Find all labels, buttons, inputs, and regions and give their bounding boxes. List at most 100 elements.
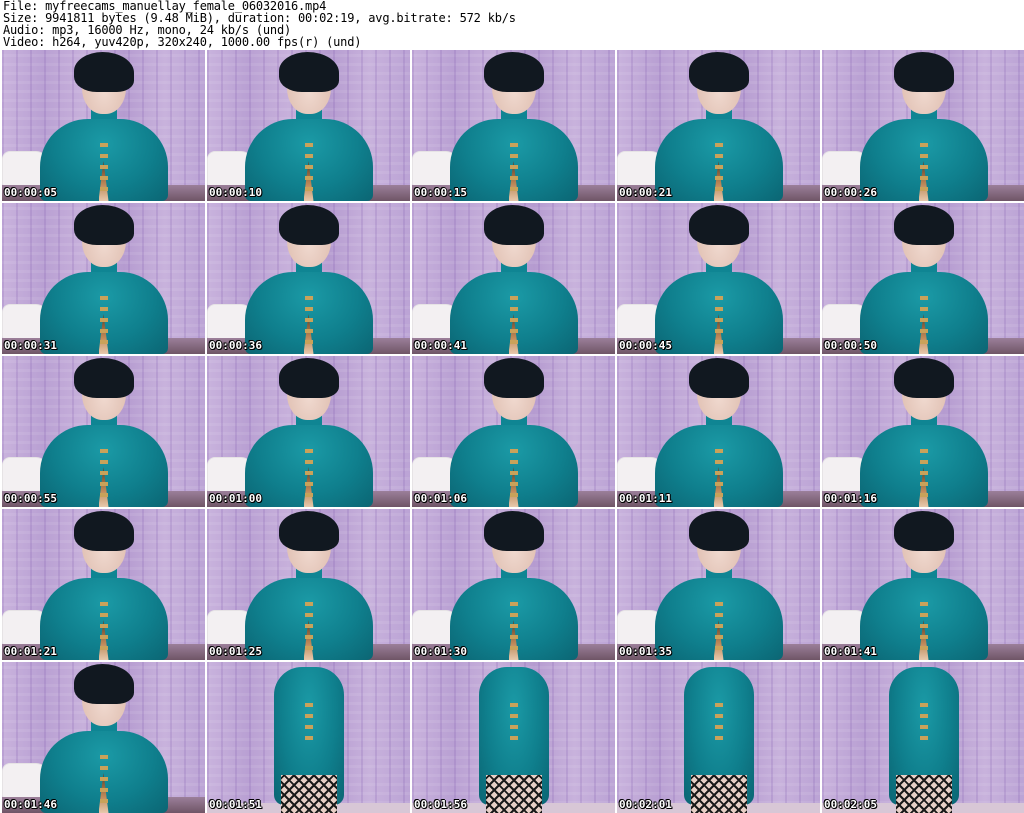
dress-buttons — [99, 602, 108, 656]
video-thumbnail[interactable]: 00:01:35 — [617, 509, 820, 660]
dress-buttons — [304, 449, 313, 503]
timestamp-label: 00:01:25 — [209, 645, 262, 658]
hair — [688, 205, 749, 245]
video-thumbnail[interactable]: 00:01:41 — [822, 509, 1024, 660]
timestamp-label: 00:00:36 — [209, 339, 262, 352]
timestamp-label: 00:00:31 — [4, 339, 57, 352]
video-thumbnail[interactable]: 00:00:36 — [207, 203, 410, 354]
fishnet-legs — [690, 775, 747, 813]
timestamp-label: 00:01:16 — [824, 492, 877, 505]
timestamp-label: 00:01:30 — [414, 645, 467, 658]
timestamp-label: 00:01:41 — [824, 645, 877, 658]
dress-buttons — [919, 602, 928, 656]
hair — [278, 511, 339, 551]
dress-buttons — [714, 143, 723, 197]
video-thumbnail[interactable]: 00:02:05 — [822, 662, 1024, 813]
hair — [278, 358, 339, 398]
hair — [483, 358, 544, 398]
hair — [73, 664, 134, 704]
timestamp-label: 00:00:45 — [619, 339, 672, 352]
dress-buttons — [919, 449, 928, 503]
timestamp-label: 00:00:55 — [4, 492, 57, 505]
video-thumbnail[interactable]: 00:01:06 — [412, 356, 615, 507]
hair — [688, 358, 749, 398]
thumbnail-grid: 00:00:05 00:00:10 00:00:15 00:00:21 00:00:26… — [0, 50, 1024, 813]
fishnet-legs — [485, 775, 542, 813]
dress-buttons — [714, 703, 723, 743]
hair — [483, 205, 544, 245]
dress-buttons — [304, 296, 313, 350]
file-info-header: File: myfreecams_manuellay_female_060320… — [3, 0, 1021, 50]
video-info-line: Video: h264, yuv420p, 320x240, 1000.00 f… — [3, 35, 362, 49]
dress-buttons — [509, 143, 518, 197]
video-thumbnail[interactable]: 00:01:25 — [207, 509, 410, 660]
hair — [73, 358, 134, 398]
dress-buttons — [99, 449, 108, 503]
video-thumbnail[interactable]: 00:01:00 — [207, 356, 410, 507]
dress-buttons — [99, 755, 108, 809]
video-thumbnail[interactable]: 00:01:46 — [2, 662, 205, 813]
timestamp-label: 00:01:35 — [619, 645, 672, 658]
dress-buttons — [714, 602, 723, 656]
timestamp-label: 00:00:26 — [824, 186, 877, 199]
hair — [278, 52, 339, 92]
hair — [483, 511, 544, 551]
dress-buttons — [99, 296, 108, 350]
video-thumbnail[interactable]: 00:02:01 — [617, 662, 820, 813]
video-thumbnail[interactable]: 00:01:30 — [412, 509, 615, 660]
timestamp-label: 00:01:11 — [619, 492, 672, 505]
dress-buttons — [509, 602, 518, 656]
video-thumbnail[interactable]: 00:00:26 — [822, 50, 1024, 201]
fishnet-legs — [895, 775, 952, 813]
timestamp-label: 00:02:05 — [824, 798, 877, 811]
timestamp-label: 00:01:06 — [414, 492, 467, 505]
video-thumbnail[interactable]: 00:01:11 — [617, 356, 820, 507]
hair — [73, 511, 134, 551]
timestamp-label: 00:00:41 — [414, 339, 467, 352]
dress-buttons — [919, 296, 928, 350]
dress-buttons — [919, 703, 928, 743]
hair — [278, 205, 339, 245]
video-thumbnail[interactable]: 00:00:41 — [412, 203, 615, 354]
hair — [73, 205, 134, 245]
video-thumbnail[interactable]: 00:01:16 — [822, 356, 1024, 507]
video-thumbnail[interactable]: 00:00:05 — [2, 50, 205, 201]
dress-buttons — [99, 143, 108, 197]
hair — [688, 511, 749, 551]
dress-buttons — [919, 143, 928, 197]
hair — [893, 358, 954, 398]
video-thumbnail[interactable]: 00:01:56 — [412, 662, 615, 813]
dress-buttons — [304, 703, 313, 743]
fishnet-legs — [280, 775, 337, 813]
timestamp-label: 00:00:10 — [209, 186, 262, 199]
timestamp-label: 00:02:01 — [619, 798, 672, 811]
video-thumbnail[interactable]: 00:00:45 — [617, 203, 820, 354]
video-thumbnail[interactable]: 00:01:21 — [2, 509, 205, 660]
timestamp-label: 00:00:15 — [414, 186, 467, 199]
video-thumbnail[interactable]: 00:00:10 — [207, 50, 410, 201]
timestamp-label: 00:01:00 — [209, 492, 262, 505]
dress-buttons — [304, 602, 313, 656]
timestamp-label: 00:01:21 — [4, 645, 57, 658]
hair — [688, 52, 749, 92]
video-thumbnail[interactable]: 00:00:21 — [617, 50, 820, 201]
timestamp-label: 00:01:51 — [209, 798, 262, 811]
hair — [893, 52, 954, 92]
dress-buttons — [509, 449, 518, 503]
timestamp-label: 00:01:46 — [4, 798, 57, 811]
video-thumbnail[interactable]: 00:00:55 — [2, 356, 205, 507]
timestamp-label: 00:00:21 — [619, 186, 672, 199]
video-thumbnail[interactable]: 00:00:50 — [822, 203, 1024, 354]
hair — [893, 205, 954, 245]
timestamp-label: 00:01:56 — [414, 798, 467, 811]
dress-buttons — [714, 296, 723, 350]
timestamp-label: 00:00:50 — [824, 339, 877, 352]
dress-buttons — [509, 703, 518, 743]
hair — [483, 52, 544, 92]
hair — [73, 52, 134, 92]
dress-buttons — [714, 449, 723, 503]
video-thumbnail[interactable]: 00:01:51 — [207, 662, 410, 813]
timestamp-label: 00:00:05 — [4, 186, 57, 199]
video-thumbnail[interactable]: 00:00:15 — [412, 50, 615, 201]
video-thumbnail[interactable]: 00:00:31 — [2, 203, 205, 354]
